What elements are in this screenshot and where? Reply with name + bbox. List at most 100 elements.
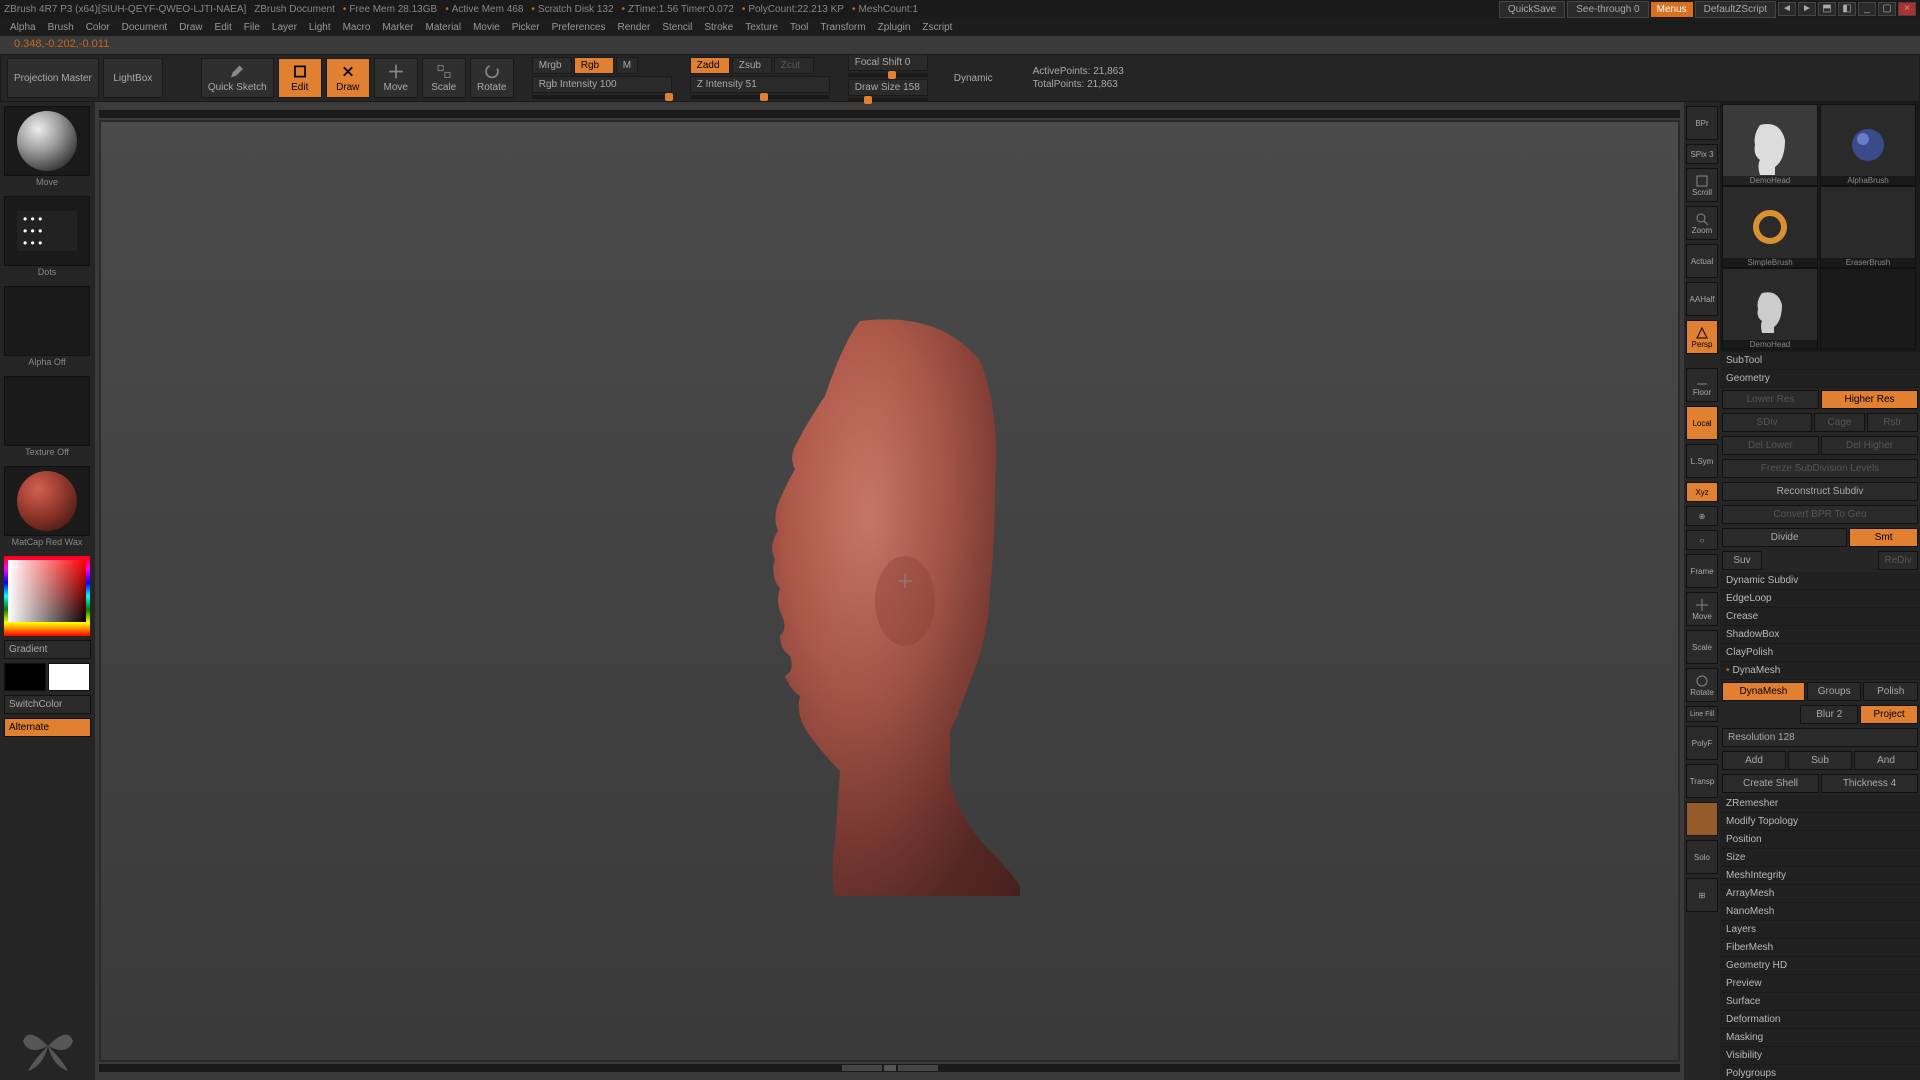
mrgb-button[interactable]: Mrgb <box>532 57 572 74</box>
center-button[interactable]: ⊕ <box>1686 506 1718 526</box>
menu-item[interactable]: Alpha <box>6 22 40 33</box>
viewport[interactable] <box>99 120 1680 1062</box>
menu-item[interactable]: Edit <box>211 22 236 33</box>
lsym-button[interactable]: L.Sym <box>1686 444 1718 478</box>
sdiv-slider[interactable]: SDiv <box>1722 413 1812 432</box>
close-button[interactable]: × <box>1898 2 1916 16</box>
higher-res-button[interactable]: Higher Res <box>1821 390 1918 409</box>
win-btn-1[interactable]: ◄ <box>1778 2 1796 16</box>
menu-item[interactable]: Texture <box>741 22 782 33</box>
color-picker[interactable] <box>4 556 90 636</box>
zadd-button[interactable]: Zadd <box>690 57 730 74</box>
stroke-thumb[interactable]: Dots <box>4 196 90 266</box>
fibermesh-section[interactable]: FiberMesh <box>1720 939 1920 957</box>
m-button[interactable]: M <box>616 57 638 74</box>
zremesher-section[interactable]: ZRemesher <box>1720 795 1920 813</box>
zcut-button[interactable]: Zcut <box>774 57 814 74</box>
brush-thumb[interactable]: Move <box>4 106 90 176</box>
menu-item[interactable]: Transform <box>816 22 869 33</box>
xyz-button[interactable]: Xyz <box>1686 482 1718 502</box>
projection-master-button[interactable]: Projection Master <box>7 58 99 98</box>
alternate-button[interactable]: Alternate <box>4 718 91 737</box>
quick-sketch-button[interactable]: Quick Sketch <box>201 58 274 98</box>
tool-thumb-alphabrush[interactable]: AlphaBrush <box>1820 104 1916 186</box>
lower-res-button[interactable]: Lower Res <box>1722 390 1819 409</box>
menu-item[interactable]: Stroke <box>700 22 737 33</box>
menu-item[interactable]: Zplugin <box>874 22 915 33</box>
thickness-slider[interactable]: Thickness 4 <box>1821 774 1918 793</box>
subtool-section[interactable]: SubTool <box>1720 352 1920 370</box>
tool-thumb-eraserbrush[interactable]: EraserBrush <box>1820 186 1916 268</box>
resolution-slider[interactable]: Resolution 128 <box>1722 728 1918 747</box>
zsub-button[interactable]: Zsub <box>732 57 772 74</box>
freeze-subdiv-button[interactable]: Freeze SubDivision Levels <box>1722 459 1918 478</box>
z-intensity-slider[interactable]: Z Intensity 51 <box>690 76 830 93</box>
convert-bpr-button[interactable]: Convert BPR To Geo <box>1722 505 1918 524</box>
layers-section[interactable]: Layers <box>1720 921 1920 939</box>
menu-item[interactable]: Picker <box>508 22 544 33</box>
menu-item[interactable]: Brush <box>44 22 78 33</box>
menu-item[interactable]: Draw <box>175 22 206 33</box>
meshintegrity-section[interactable]: MeshIntegrity <box>1720 867 1920 885</box>
quicksave-button[interactable]: QuickSave <box>1499 1 1565 18</box>
menu-item[interactable]: Material <box>422 22 466 33</box>
menu-item[interactable]: Marker <box>378 22 417 33</box>
menu-item[interactable]: Zscript <box>918 22 956 33</box>
white-swatch[interactable] <box>48 663 90 691</box>
tool-thumb-demohead[interactable]: DemoHead <box>1722 104 1818 186</box>
menu-item[interactable]: File <box>240 22 264 33</box>
gradient-button[interactable]: Gradient <box>4 640 91 659</box>
zoom-button[interactable]: Zoom <box>1686 206 1718 240</box>
claypolish-section[interactable]: ClayPolish <box>1720 644 1920 662</box>
tool-thumb-demohead2[interactable]: DemoHead <box>1722 268 1818 350</box>
alpha-thumb[interactable]: Alpha Off <box>4 286 90 356</box>
blur-slider[interactable]: Blur 2 <box>1800 705 1858 724</box>
groups-button[interactable]: Groups <box>1807 682 1862 701</box>
scale-button[interactable]: Scale <box>422 58 466 98</box>
spix-button[interactable]: SPix 3 <box>1686 144 1718 164</box>
canvas-ruler-top[interactable] <box>99 110 1680 118</box>
surface-section[interactable]: Surface <box>1720 993 1920 1011</box>
tool-thumb-simplebrush[interactable]: SimpleBrush <box>1722 186 1818 268</box>
polyf-button[interactable]: PolyF <box>1686 726 1718 760</box>
rediv-button[interactable]: ReDiv <box>1878 551 1918 570</box>
project-button[interactable]: Project <box>1860 705 1918 724</box>
masking-section[interactable]: Masking <box>1720 1029 1920 1047</box>
polygroups-section[interactable]: Polygroups <box>1720 1065 1920 1080</box>
black-swatch[interactable] <box>4 663 46 691</box>
divide-button[interactable]: Divide <box>1722 528 1847 547</box>
menu-item[interactable]: Document <box>118 22 172 33</box>
lightbox-button[interactable]: LightBox <box>103 58 163 98</box>
menu-item[interactable]: Preferences <box>548 22 610 33</box>
seethrough-slider[interactable]: See-through 0 <box>1567 1 1648 18</box>
dynamesh-button[interactable]: DynaMesh <box>1722 682 1805 701</box>
local-button[interactable]: Local <box>1686 406 1718 440</box>
edgeloop-section[interactable]: EdgeLoop <box>1720 590 1920 608</box>
menu-item[interactable]: Render <box>614 22 655 33</box>
menu-item[interactable]: Light <box>305 22 335 33</box>
cage-button[interactable]: Cage <box>1814 413 1865 432</box>
circle-button[interactable]: ○ <box>1686 530 1718 550</box>
actual-button[interactable]: Actual <box>1686 244 1718 278</box>
size-section[interactable]: Size <box>1720 849 1920 867</box>
dynamic-subdiv-section[interactable]: Dynamic Subdiv <box>1720 572 1920 590</box>
del-lower-button[interactable]: Del Lower <box>1722 436 1819 455</box>
geometry-section[interactable]: Geometry <box>1720 370 1920 388</box>
maximize-button[interactable]: ▢ <box>1878 2 1896 16</box>
focal-shift-slider[interactable]: Focal Shift 0 <box>848 54 928 71</box>
nanomesh-section[interactable]: NanoMesh <box>1720 903 1920 921</box>
scale-nav-button[interactable]: Scale <box>1686 630 1718 664</box>
shadowbox-section[interactable]: ShadowBox <box>1720 626 1920 644</box>
rgb-intensity-slider[interactable]: Rgb Intensity 100 <box>532 76 672 93</box>
move-button[interactable]: Move <box>374 58 418 98</box>
del-higher-button[interactable]: Del Higher <box>1821 436 1918 455</box>
menu-item[interactable]: Stencil <box>658 22 696 33</box>
and-button[interactable]: And <box>1854 751 1918 770</box>
add-button[interactable]: Add <box>1722 751 1786 770</box>
menu-item[interactable]: Macro <box>339 22 375 33</box>
arraymesh-section[interactable]: ArrayMesh <box>1720 885 1920 903</box>
menu-item[interactable]: Layer <box>268 22 301 33</box>
position-section[interactable]: Position <box>1720 831 1920 849</box>
aahalf-button[interactable]: AAHalf <box>1686 282 1718 316</box>
rgb-button[interactable]: Rgb <box>574 57 614 74</box>
